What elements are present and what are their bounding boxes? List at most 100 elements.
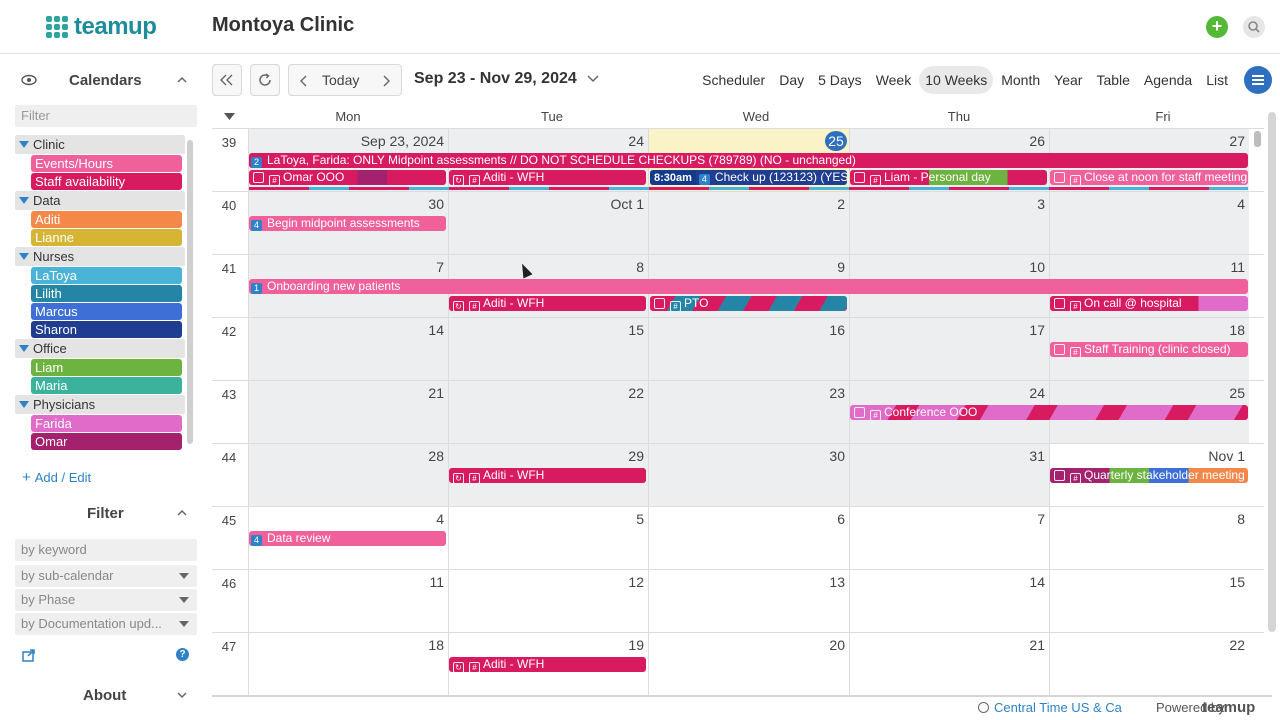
date-range-picker[interactable]: Sep 23 - Nov 29, 2024 (414, 70, 599, 88)
event-bar[interactable]: ↻ # Aditi - WFH (449, 170, 646, 185)
timezone-link[interactable]: Central Time US & Ca (978, 700, 1122, 715)
event-bar[interactable]: ↻ # Aditi - WFH (449, 468, 646, 483)
sidebar-calendar-item[interactable]: Events/Hours (31, 155, 182, 172)
date-number[interactable]: 28 (428, 448, 444, 464)
date-number[interactable]: 17 (1029, 322, 1045, 338)
sidebar-calendar-item[interactable]: Lilith (31, 285, 182, 302)
filter-subcalendar-select[interactable]: by sub-calendar (15, 565, 197, 587)
share-icon[interactable] (22, 648, 36, 662)
menu-button[interactable] (1244, 66, 1272, 94)
date-number[interactable]: 8 (1237, 511, 1245, 527)
sidebar-calendar-item[interactable]: Maria (31, 377, 182, 394)
event-bar[interactable]: # On call @ hospital (1050, 296, 1248, 311)
footer-brand[interactable]: teamup (1202, 699, 1255, 716)
chevron-up-icon[interactable] (177, 75, 187, 85)
date-number[interactable]: 11 (429, 574, 444, 590)
event-bar[interactable]: ↻ # Aditi - WFH (449, 657, 646, 672)
event-bar[interactable]: # PTO (650, 296, 847, 311)
day-cell[interactable]: 6 (648, 507, 849, 570)
event-bar[interactable]: 4 Data review (249, 531, 446, 546)
view-table[interactable]: Table (1090, 66, 1135, 94)
day-cell[interactable]: 22 (1049, 633, 1249, 696)
date-number[interactable]: 31 (1029, 448, 1045, 464)
view-day[interactable]: Day (773, 66, 810, 94)
sidebar-calendar-item[interactable]: Omar (31, 433, 182, 450)
event-bar[interactable]: # Omar OOO (249, 170, 446, 185)
view-week[interactable]: Week (870, 66, 918, 94)
day-cell[interactable]: 3 (849, 192, 1049, 255)
day-cell[interactable]: 8 (1049, 507, 1249, 570)
date-number[interactable]: 4 (436, 511, 444, 527)
chevron-down-icon[interactable] (177, 690, 187, 700)
date-number[interactable]: 12 (628, 574, 644, 590)
event-bar[interactable]: ↻ # Aditi - WFH (449, 296, 646, 311)
today-button[interactable]: Today (322, 65, 359, 95)
day-cell[interactable]: 15 (1049, 570, 1249, 633)
chevron-up-icon[interactable] (177, 508, 187, 518)
day-cell[interactable]: 7 (849, 507, 1049, 570)
event-bar[interactable]: # Quarterly stakeholder meeting (1050, 468, 1248, 483)
day-cell[interactable]: Oct 1 (448, 192, 648, 255)
view-year[interactable]: Year (1048, 66, 1088, 94)
collapse-sidebar-button[interactable] (212, 64, 242, 96)
calendar-group[interactable]: Nurses (15, 247, 185, 266)
row-scrollbar[interactable] (1254, 131, 1261, 147)
date-number[interactable]: 10 (1029, 259, 1045, 275)
filter-documentation-select[interactable]: by Documentation upd... (15, 613, 197, 635)
date-number[interactable]: 13 (829, 574, 845, 590)
day-cell[interactable]: 15 (448, 318, 648, 381)
day-cell[interactable]: 21 (849, 633, 1049, 696)
date-number[interactable]: Sep 23, 2024 (361, 133, 444, 149)
date-number[interactable]: 25 (1229, 385, 1245, 401)
day-cell[interactable]: 14 (849, 570, 1049, 633)
date-number[interactable]: 14 (1029, 574, 1045, 590)
date-number[interactable]: Nov 1 (1208, 448, 1245, 464)
date-number[interactable]: 26 (1029, 133, 1045, 149)
help-icon[interactable]: ? (176, 648, 189, 661)
date-number[interactable]: 24 (628, 133, 644, 149)
view-10-weeks[interactable]: 10 Weeks (919, 66, 994, 94)
add-event-button[interactable]: + (1206, 16, 1228, 38)
calendar-group[interactable]: Office (15, 339, 185, 358)
date-number[interactable]: 18 (1229, 322, 1245, 338)
day-cell[interactable]: 28 (248, 444, 448, 507)
date-number[interactable]: 30 (428, 196, 444, 212)
event-bar[interactable]: 2 LaToya, Farida: ONLY Midpoint assessmen… (249, 153, 1248, 168)
day-cell[interactable]: 30 (648, 444, 849, 507)
filter-phase-select[interactable]: by Phase (15, 589, 197, 611)
date-number[interactable]: 3 (1037, 196, 1045, 212)
day-cell[interactable]: 20 (648, 633, 849, 696)
day-cell[interactable]: 12 (448, 570, 648, 633)
sidebar-calendar-item[interactable]: Aditi (31, 211, 182, 228)
day-cell[interactable]: 18 (248, 633, 448, 696)
sidebar-calendar-item[interactable]: Sharon (31, 321, 182, 338)
date-number[interactable]: 8 (636, 259, 644, 275)
event-bar[interactable]: 8:30am 4 Check up (123123) (YES - (650, 170, 847, 185)
date-number[interactable]: 15 (1229, 574, 1245, 590)
day-cell[interactable]: 17 (849, 318, 1049, 381)
sidebar-calendar-item[interactable]: Marcus (31, 303, 182, 320)
sidebar-calendar-item[interactable]: Liam (31, 359, 182, 376)
day-cell[interactable]: 11 (248, 570, 448, 633)
date-number[interactable]: 22 (628, 385, 644, 401)
calendar-group[interactable]: Physicians (15, 395, 185, 414)
date-number[interactable]: 20 (829, 637, 845, 653)
day-cell[interactable]: 5 (448, 507, 648, 570)
horizontal-scrollbar[interactable] (212, 695, 1272, 697)
date-number[interactable]: 24 (1029, 385, 1045, 401)
filter-keyword-input[interactable]: by keyword (15, 539, 197, 561)
chevron-left-icon[interactable] (299, 75, 309, 87)
event-bar[interactable]: 1 Onboarding new patients (249, 279, 1248, 294)
calendar-group[interactable]: Clinic (15, 135, 185, 154)
day-cell[interactable]: 22 (448, 381, 648, 444)
event-bar[interactable]: 4 Begin midpoint assessments (249, 216, 446, 231)
date-number[interactable]: 5 (636, 511, 644, 527)
sidebar-calendar-item[interactable]: Lianne (31, 229, 182, 246)
date-number[interactable]: 16 (829, 322, 845, 338)
date-number[interactable]: Oct 1 (611, 196, 644, 212)
date-number[interactable]: 4 (1237, 196, 1245, 212)
date-number[interactable]: 18 (428, 637, 444, 653)
search-button[interactable] (1243, 16, 1265, 38)
date-number[interactable]: 23 (829, 385, 845, 401)
day-cell[interactable]: 23 (648, 381, 849, 444)
